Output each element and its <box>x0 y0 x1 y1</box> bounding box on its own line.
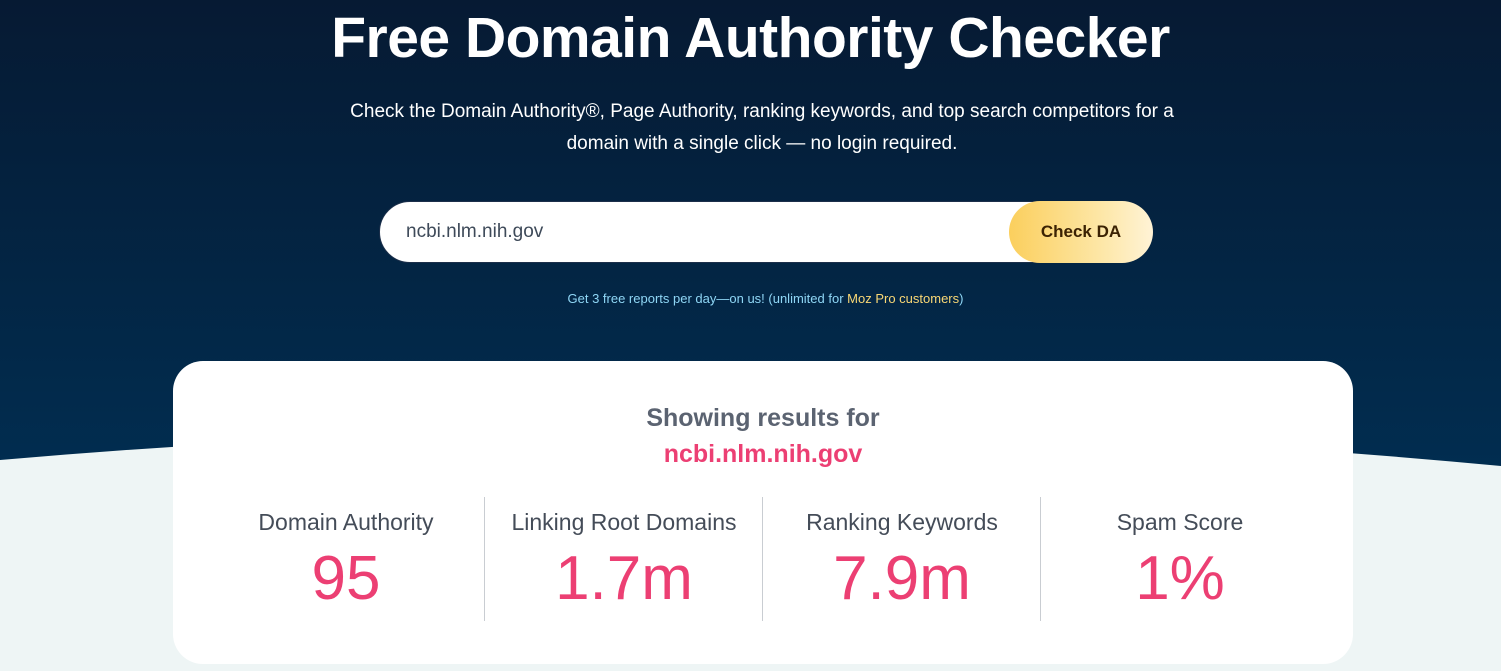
results-heading: Showing results for <box>646 404 880 432</box>
metric-ranking-keywords: Ranking Keywords 7.9m <box>762 497 1041 621</box>
metric-linking-root-domains: Linking Root Domains 1.7m <box>484 497 763 621</box>
metric-label: Domain Authority <box>258 509 434 535</box>
free-reports-note: Get 3 free reports per day—on us! (unlim… <box>0 291 1501 306</box>
domain-input[interactable] <box>406 202 1006 262</box>
metric-spam-score: Spam Score 1% <box>1040 497 1319 621</box>
metric-value: 7.9m <box>833 544 971 613</box>
metric-value: 1.7m <box>555 544 693 613</box>
metric-value: 95 <box>311 544 381 613</box>
page-subtitle: Check the Domain Authority®, Page Author… <box>350 101 1174 154</box>
check-da-button[interactable]: Check DA <box>1009 201 1153 263</box>
page: Free Domain Authority Checker Check the … <box>0 0 1501 671</box>
results-domain: ncbi.nlm.nih.gov <box>663 440 863 468</box>
metric-label: Linking Root Domains <box>511 509 737 535</box>
metric-domain-authority: Domain Authority 95 <box>207 497 485 621</box>
domain-search-form: Check DA <box>379 201 1153 263</box>
metric-value: 1% <box>1135 544 1225 613</box>
page-title: Free Domain Authority Checker <box>331 6 1170 70</box>
free-reports-note-close: ) <box>959 291 964 306</box>
metric-label: Spam Score <box>1116 509 1244 535</box>
moz-pro-link[interactable]: Moz Pro customers <box>847 291 959 306</box>
metric-label: Ranking Keywords <box>806 509 998 535</box>
free-reports-note-text: Get 3 free reports per day—on us! (unlim… <box>567 291 848 306</box>
results-card: Showing results for ncbi.nlm.nih.gov Dom… <box>173 361 1353 664</box>
